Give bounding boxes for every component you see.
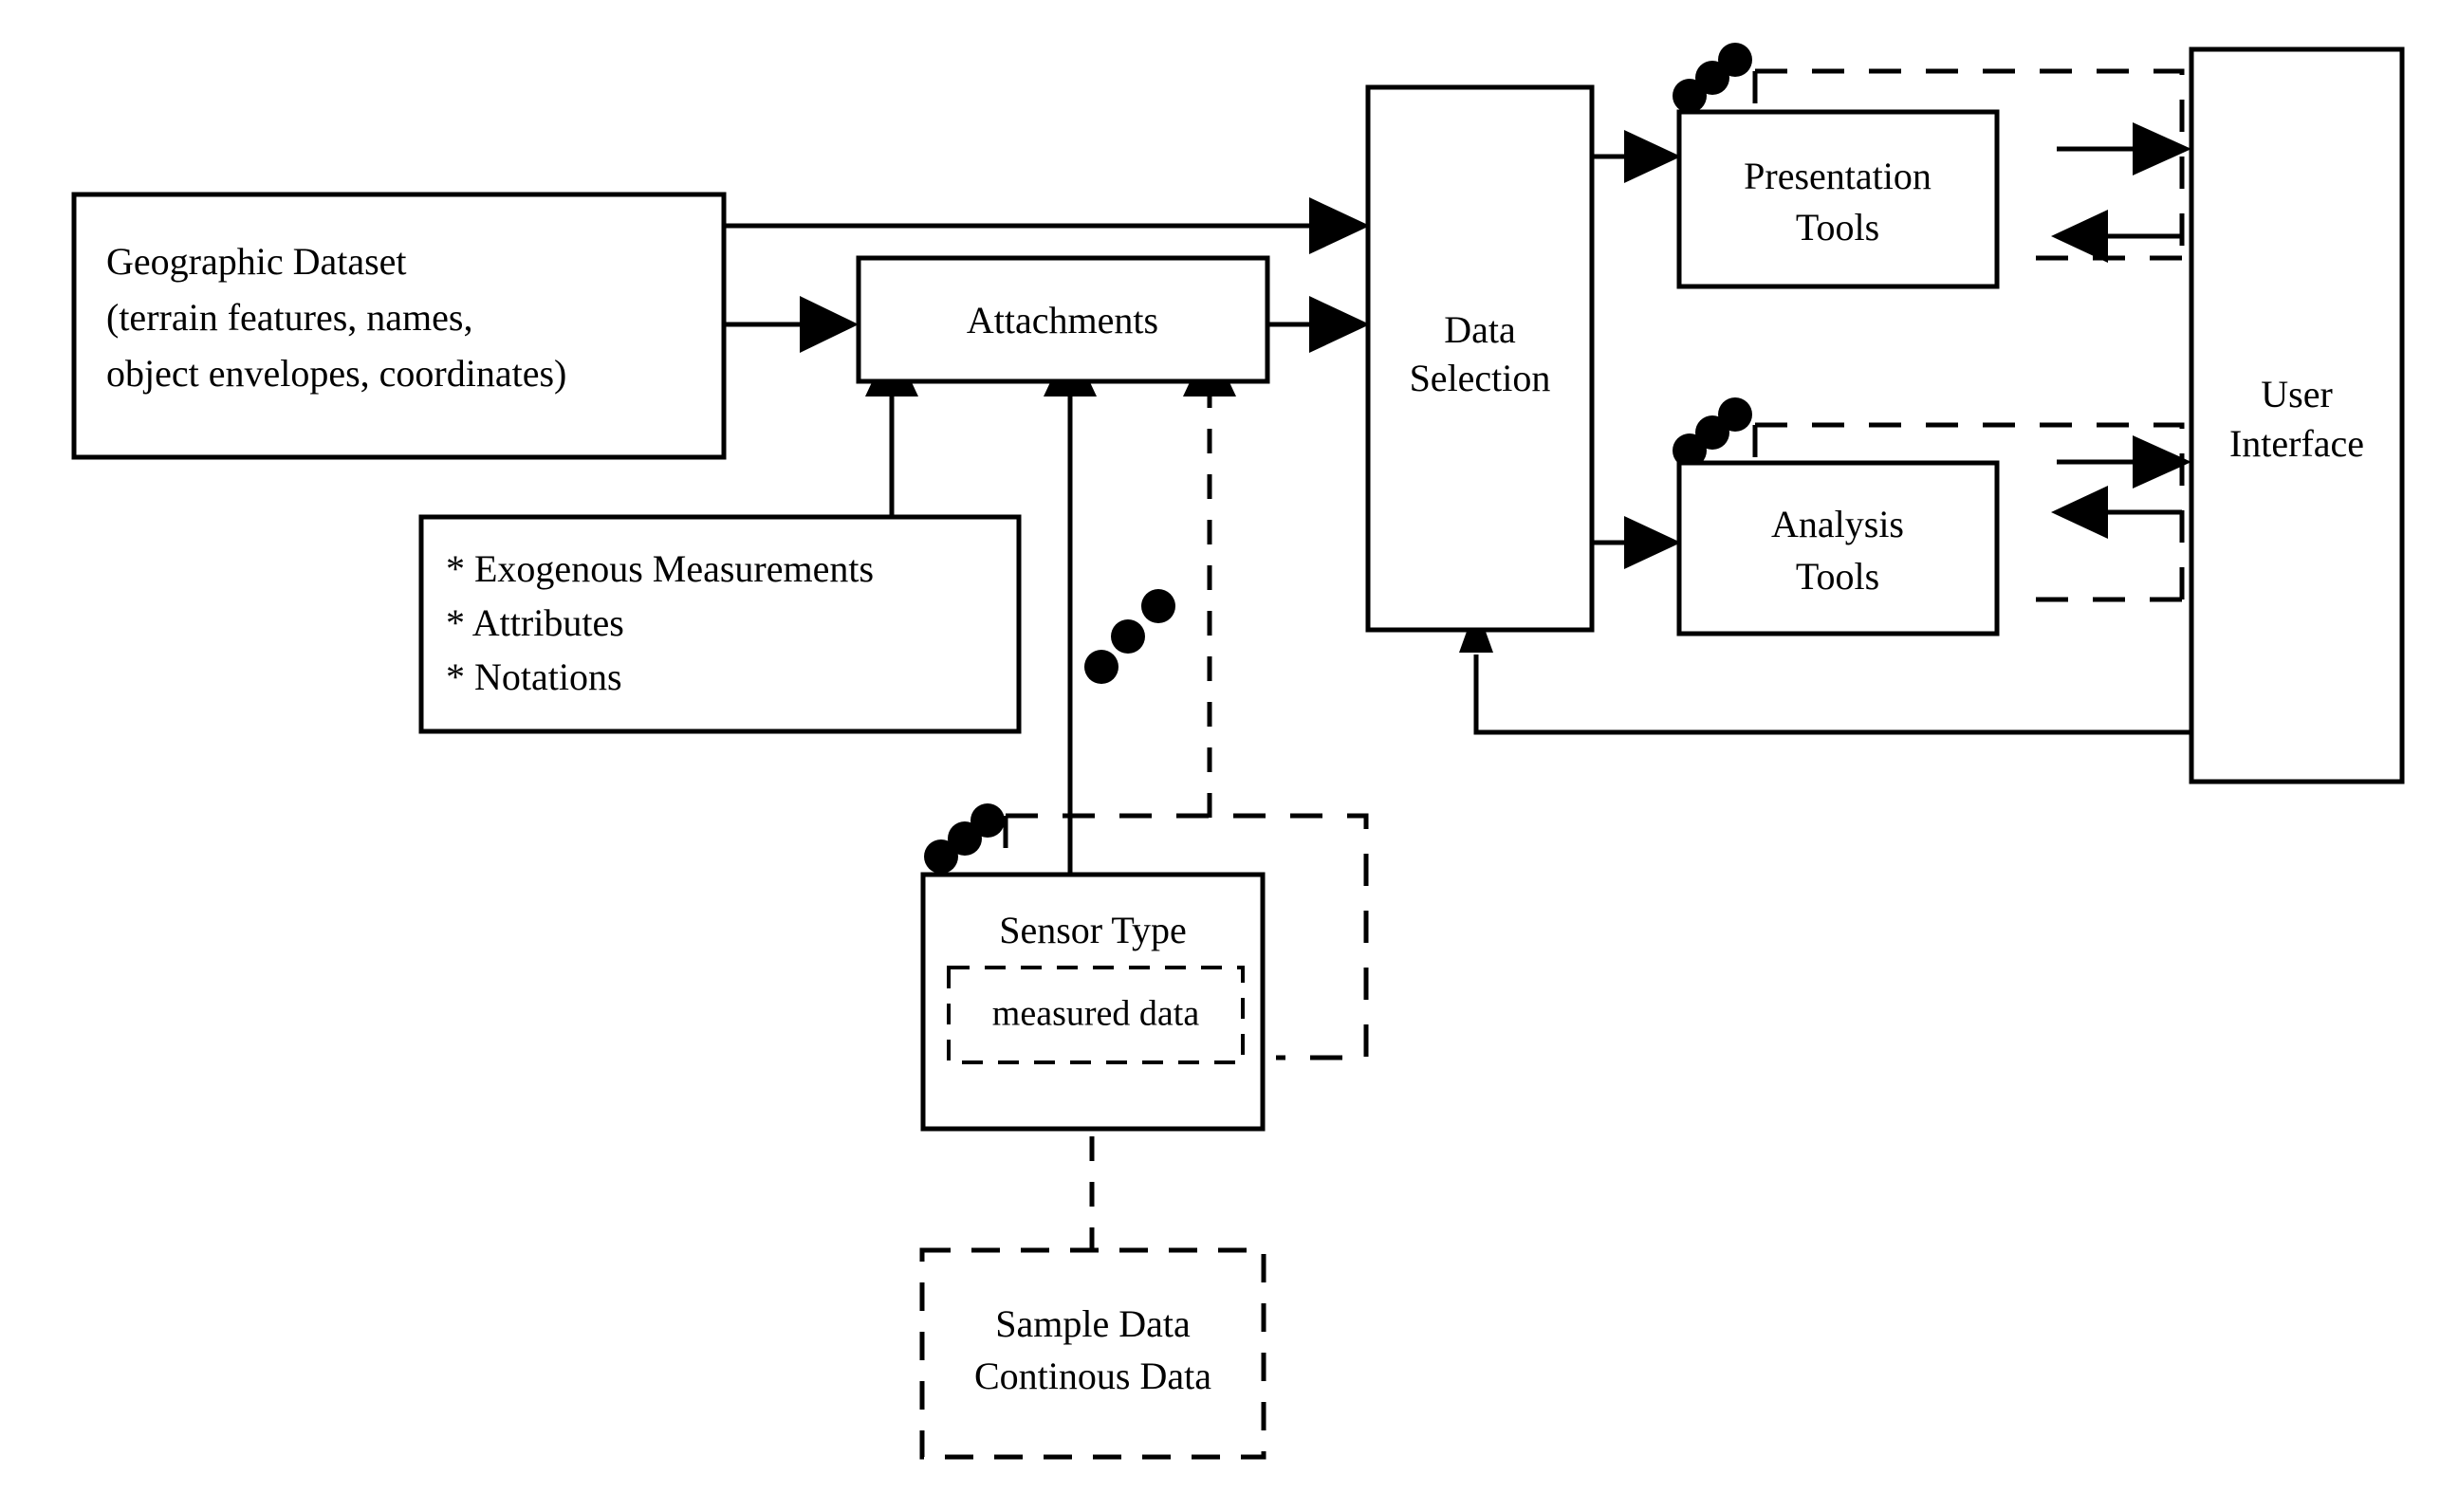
exogenous-line1: * Exogenous Measurements: [446, 547, 874, 590]
user-interface-line2: Interface: [2229, 422, 2364, 465]
presentation-tools-line2: Tools: [1796, 206, 1879, 249]
arrowhead-user-interface-to-analysis: [2051, 486, 2108, 539]
sensor-attachment-stack-dot-1: [1084, 650, 1118, 684]
arrowhead-attachments-to-data-selection: [1309, 296, 1370, 353]
sample-data-line2: Continous Data: [974, 1355, 1211, 1397]
arrowhead-geographic-to-attachments: [800, 296, 859, 353]
geographic-dataset-line2: (terrain features, names,: [106, 296, 472, 339]
geographic-dataset-line1: Geographic Dataset: [106, 240, 407, 283]
flow-diagram: Geographic Dataset (terrain features, na…: [71, 43, 2405, 1460]
analysis-tools-line2: Tools: [1796, 555, 1879, 598]
sample-data-line1: Sample Data: [995, 1302, 1191, 1345]
presentation-tools-stack-dot-3: [1718, 43, 1752, 77]
arrowhead-geographic-to-data-selection: [1309, 197, 1370, 254]
analysis-tools-stack-dot-3: [1718, 397, 1752, 432]
attachments-label: Attachments: [967, 299, 1158, 341]
arrowhead-data-selection-to-presentation: [1624, 130, 1681, 183]
node-sample-data[interactable]: [919, 1247, 1266, 1460]
measured-data-label: measured data: [992, 994, 1200, 1034]
sensor-type-label: Sensor Type: [999, 909, 1187, 951]
analysis-tools-line1: Analysis: [1771, 503, 1904, 545]
edge-user-interface-to-data-selection: [1473, 655, 2191, 735]
exogenous-line3: * Notations: [446, 655, 622, 698]
edge-geographic-to-data-selection: [721, 223, 1359, 229]
sensor-attachment-stack-dot-3: [1141, 589, 1175, 623]
node-presentation-tools[interactable]: [1676, 109, 2000, 289]
node-analysis-tools[interactable]: [1676, 460, 2000, 636]
data-selection-line2: Selection: [1410, 357, 1551, 399]
arrowhead-user-interface-to-presentation: [2051, 210, 2108, 263]
arrowhead-data-selection-to-analysis: [1624, 516, 1681, 569]
geographic-dataset-line3: object envelopes, coordinates): [106, 352, 566, 395]
data-selection-line1: Data: [1444, 308, 1516, 351]
sensor-type-stack-dot-3: [970, 803, 1005, 838]
exogenous-line2: * Attributes: [446, 601, 624, 644]
user-interface-line1: User: [2261, 373, 2333, 415]
sensor-attachment-stack-dot-2: [1111, 619, 1145, 654]
diagram-canvas-root: Geographic Dataset (terrain features, na…: [0, 0, 2440, 1512]
presentation-tools-line1: Presentation: [1744, 155, 1932, 197]
